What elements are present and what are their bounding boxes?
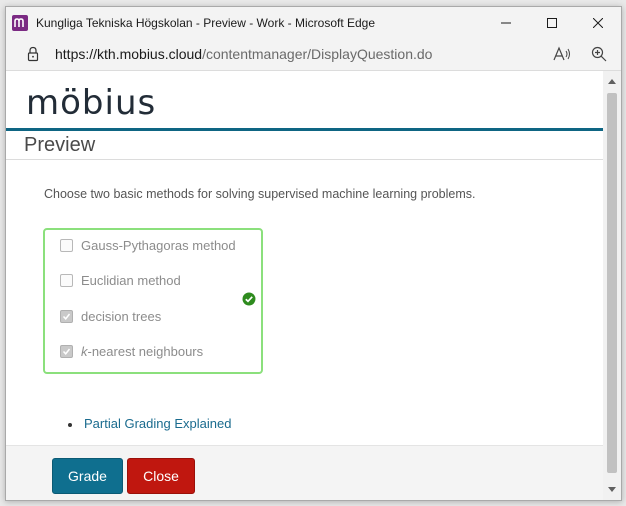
page-content: möbius Preview Choose two basic methods …: [6, 71, 603, 500]
window-controls: [483, 7, 621, 38]
checkbox[interactable]: [60, 274, 73, 287]
choice-label: decision trees: [81, 309, 162, 324]
url-host: https://kth.mobius.cloud: [55, 46, 203, 62]
minimize-icon: [501, 22, 511, 23]
choice-label: k-nearest neighbours: [81, 344, 203, 359]
choice-euclidian[interactable]: Euclidian method: [60, 273, 181, 288]
choice-label-rest: -nearest neighbours: [87, 344, 204, 359]
choice-gauss-pythagoras[interactable]: Gauss-Pythagoras method: [60, 238, 236, 253]
scroll-up-icon[interactable]: [608, 79, 616, 84]
list-bullet: [68, 422, 72, 427]
page-title: Preview: [24, 134, 96, 156]
zoom-icon[interactable]: [591, 46, 607, 62]
checkmark-icon: [62, 348, 71, 355]
close-button[interactable]: Close: [127, 458, 195, 494]
maximize-icon: [547, 17, 557, 28]
help-links: Partial Grading Explained: [68, 416, 231, 431]
question-text: Choose two basic methods for solving sup…: [44, 187, 476, 201]
scroll-down-icon[interactable]: [608, 487, 616, 492]
logo-text: möbius: [26, 83, 157, 123]
partial-grading-link[interactable]: Partial Grading Explained: [84, 416, 231, 431]
minimize-button[interactable]: [483, 7, 529, 38]
read-aloud-icon[interactable]: [553, 46, 571, 62]
title-bar: Kungliga Tekniska Högskolan - Preview - …: [6, 7, 621, 38]
close-icon: [593, 17, 603, 28]
close-window-button[interactable]: [575, 7, 621, 38]
maximize-button[interactable]: [529, 7, 575, 38]
window-title: Kungliga Tekniska Högskolan - Preview - …: [36, 15, 376, 30]
choice-label: Gauss-Pythagoras method: [81, 238, 236, 253]
checkbox[interactable]: [60, 239, 73, 252]
checkmark-icon: [62, 313, 71, 320]
checkbox-checked[interactable]: [60, 310, 73, 323]
answer-choices: Gauss-Pythagoras method Euclidian method…: [43, 228, 263, 374]
url-path: /contentmanager/DisplayQuestion.do: [202, 46, 433, 62]
mobius-icon: [12, 14, 28, 31]
correct-check-icon: [242, 292, 256, 306]
mobius-logo: möbius: [26, 83, 156, 123]
checkbox-checked[interactable]: [60, 345, 73, 358]
choice-k-nearest-neighbours[interactable]: k-nearest neighbours: [60, 344, 203, 359]
choice-label: Euclidian method: [81, 273, 181, 288]
scroll-thumb[interactable]: [607, 93, 617, 473]
address-bar: https://kth.mobius.cloud/contentmanager/…: [6, 38, 621, 71]
vertical-scrollbar[interactable]: [603, 71, 621, 500]
url-field[interactable]: https://kth.mobius.cloud/contentmanager/…: [55, 46, 432, 62]
browser-window: Kungliga Tekniska Högskolan - Preview - …: [5, 6, 622, 501]
grade-button[interactable]: Grade: [52, 458, 123, 494]
lock-icon[interactable]: [26, 46, 40, 62]
choice-decision-trees[interactable]: decision trees: [60, 309, 161, 324]
action-footer: Grade Close: [6, 445, 603, 500]
preview-header: Preview: [6, 131, 603, 160]
